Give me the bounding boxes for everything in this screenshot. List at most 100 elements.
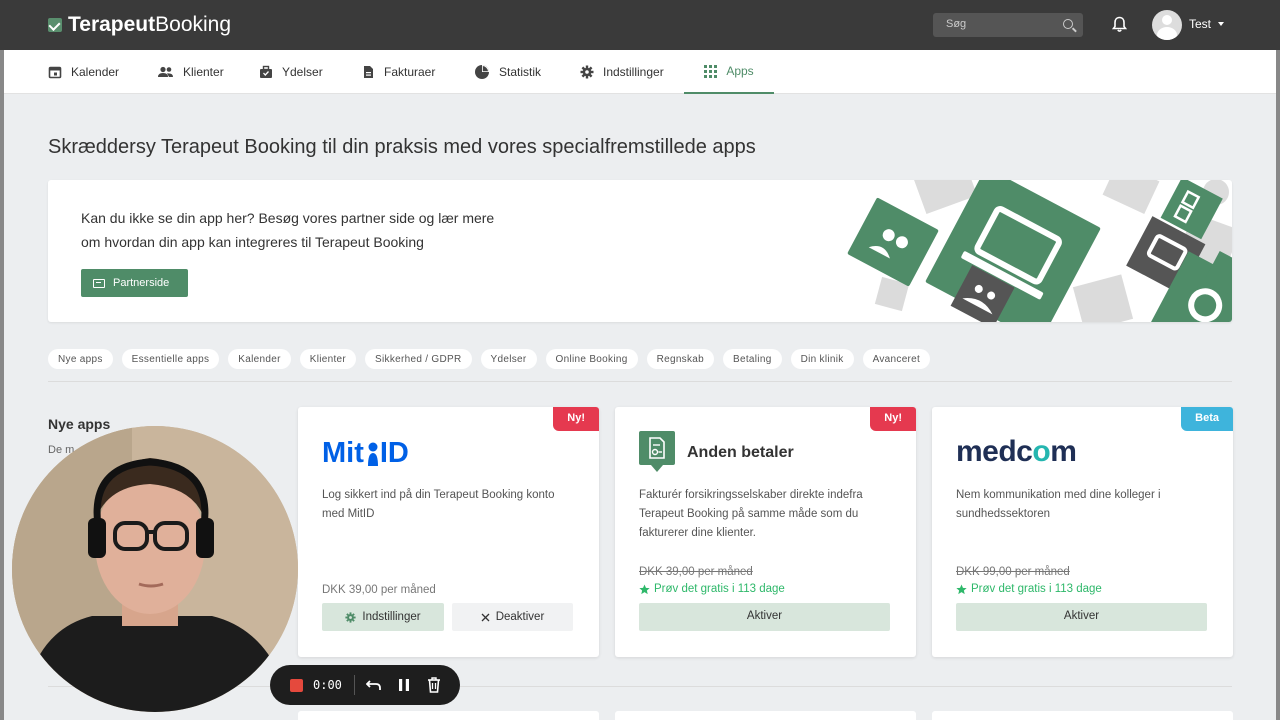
top-bar: TerapeutBooking Søg Test [0, 0, 1280, 50]
app-card-partial[interactable] [615, 711, 916, 720]
recording-time: 0:00 [313, 678, 342, 692]
beta-badge: Beta [1181, 407, 1233, 431]
filter-chip[interactable]: Betaling [723, 349, 782, 369]
logo-check-icon [48, 18, 62, 32]
tab-label: Statistik [499, 65, 542, 79]
app-description: Fakturér forsikringsselskaber direkte in… [639, 489, 863, 539]
trial-text: Prøv det gratis i 113 dage [971, 583, 1102, 595]
tab-label: Kalender [71, 65, 120, 79]
tab-statistik[interactable]: Statistik [474, 50, 541, 94]
filter-chip[interactable]: Online Booking [545, 349, 638, 369]
filter-chip[interactable]: Klienter [299, 349, 357, 369]
star-icon [956, 583, 967, 594]
medcom-logo: medcom [956, 435, 1077, 469]
mitid-logo-id: ID [379, 437, 409, 469]
category-filters: Nye apps Essentielle apps Kalender Klien… [48, 349, 931, 369]
divider [48, 381, 1232, 382]
deactivate-button[interactable]: Deaktiver [452, 603, 573, 631]
gear-icon [345, 611, 357, 623]
partner-text: Kan du ikke se din app her? Besøg vores … [81, 210, 495, 250]
tab-ydelser[interactable]: Ydelser [259, 50, 323, 94]
pie-chart-icon [475, 65, 489, 79]
search-placeholder: Søg [946, 18, 967, 30]
stop-record-button[interactable] [290, 679, 303, 692]
new-badge: Ny! [870, 407, 916, 431]
user-name[interactable]: Test [1189, 17, 1211, 31]
brand-name-light: Booking [155, 13, 232, 36]
filter-chip[interactable]: Kalender [228, 349, 291, 369]
star-icon [639, 583, 650, 594]
activate-button[interactable]: Aktiver [639, 603, 890, 631]
app-card-medcom[interactable]: Beta medcom Nem kommunikation med dine k… [932, 407, 1233, 657]
enter-icon [93, 278, 105, 288]
search-icon[interactable] [1063, 19, 1073, 29]
webcam-overlay[interactable] [12, 426, 298, 712]
avatar[interactable] [1152, 10, 1182, 40]
app-price: DKK 99,00 per måned [956, 566, 1070, 578]
divider [354, 675, 355, 695]
mitid-person-icon [367, 442, 378, 466]
partner-banner: Kan du ikke se din app her? Besøg vores … [48, 180, 1232, 322]
brand-name-bold: Terapeut [68, 13, 156, 36]
medcom-logo-o: o [1032, 435, 1051, 468]
partner-button[interactable]: Partnerside [81, 269, 188, 297]
undo-icon[interactable] [366, 678, 382, 692]
trial-offer: Prøv det gratis i 113 dage [639, 583, 785, 595]
filter-chip[interactable]: Din klinik [790, 349, 854, 369]
app-name: Anden betaler [687, 444, 794, 461]
people-icon [158, 66, 173, 77]
filter-chip[interactable]: Ydelser [480, 349, 537, 369]
tab-label: Fakturaer [384, 65, 436, 79]
presenter-video [12, 426, 298, 712]
page-title: Skræddersy Terapeut Booking til din prak… [48, 136, 756, 158]
deactivate-label: Deaktiver [495, 611, 545, 623]
tab-fakturaer[interactable]: Fakturaer [361, 50, 435, 94]
tab-label: Ydelser [282, 65, 323, 79]
tab-klienter[interactable]: Klienter [157, 50, 224, 94]
app-description: Nem kommunikation med dine kolleger i su… [956, 489, 1161, 520]
tab-label: Indstillinger [603, 65, 664, 79]
recording-controls: 0:00 [270, 665, 460, 705]
chevron-down-icon[interactable] [1218, 22, 1224, 26]
tab-label: Apps [726, 64, 754, 78]
brand-logo[interactable]: TerapeutBooking [48, 13, 231, 37]
grid-icon [704, 64, 718, 78]
main-nav: Kalender Klienter Ydelser Fakturaer Stat… [4, 50, 1276, 94]
search-input[interactable]: Søg [933, 13, 1083, 37]
mitid-logo-text: Mit [322, 437, 364, 469]
app-price: DKK 39,00 per måned [639, 566, 753, 578]
partner-button-label: Partnerside [113, 277, 170, 289]
trash-icon[interactable] [427, 677, 441, 693]
trial-offer: Prøv det gratis i 113 dage [956, 583, 1102, 595]
document-icon [364, 66, 373, 78]
bell-icon[interactable] [1112, 16, 1127, 33]
tab-indstillinger[interactable]: Indstillinger [580, 50, 664, 94]
new-badge: Ny! [553, 407, 599, 431]
filter-chip[interactable]: Nye apps [48, 349, 113, 369]
app-card-partial[interactable] [298, 711, 599, 720]
tab-kalender[interactable]: Kalender [48, 50, 119, 94]
app-card-anden-betaler[interactable]: Ny! Anden betaler Fakturér forsikringsse… [615, 407, 916, 657]
pause-icon[interactable] [398, 678, 410, 692]
mitid-logo: Mit ID [322, 437, 409, 470]
filter-chip[interactable]: Sikkerhed / GDPR [365, 349, 472, 369]
trial-text: Prøv det gratis i 113 dage [654, 583, 785, 595]
close-icon [481, 613, 490, 621]
tab-label: Klienter [183, 65, 224, 79]
medcom-logo-part: medc [956, 435, 1033, 468]
filter-chip[interactable]: Essentielle apps [121, 349, 220, 369]
apps-illustration [847, 180, 1232, 322]
invoice-app-icon [639, 431, 675, 472]
app-price: DKK 39,00 per måned [322, 584, 436, 596]
calendar-icon [48, 66, 62, 79]
filter-chip[interactable]: Regnskab [646, 349, 715, 369]
app-card-partial[interactable] [932, 711, 1233, 720]
settings-button[interactable]: Indstillinger [322, 603, 444, 631]
gear-icon [580, 65, 594, 79]
activate-button[interactable]: Aktiver [956, 603, 1207, 631]
app-card-mitid[interactable]: Ny! Mit ID Log sikkert ind på din Terape… [298, 407, 599, 657]
tab-apps[interactable]: Apps [684, 50, 774, 94]
settings-label: Indstillinger [362, 611, 421, 623]
filter-chip[interactable]: Avanceret [862, 349, 931, 369]
briefcase-icon [260, 65, 272, 78]
